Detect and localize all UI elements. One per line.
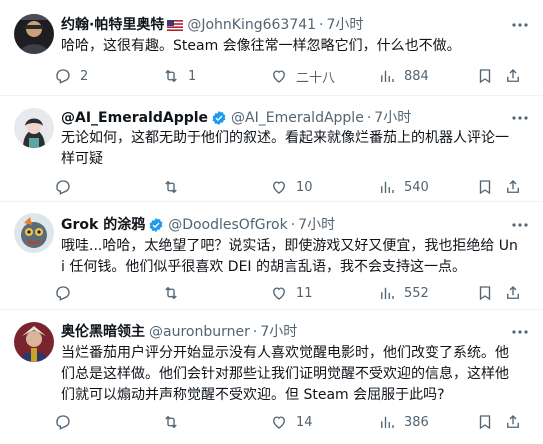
bookmark-button[interactable] [476, 177, 494, 197]
reply-button[interactable] [54, 177, 80, 197]
action-bar: 11 552 [54, 283, 529, 303]
reply-post[interactable]: @AI_EmeraldApple @AI_EmeraldApple · 7小时 … [0, 97, 543, 202]
views-button[interactable]: 540 [378, 177, 429, 197]
share-button[interactable] [504, 66, 522, 86]
user-handle[interactable]: @AI_EmeraldApple [231, 108, 364, 128]
like-icon [273, 70, 285, 83]
retweet-button[interactable]: 1 [162, 66, 196, 86]
verified-badge-icon [149, 218, 163, 232]
post-text: 无论如何，这都无助于他们的叙述。看起来就像烂番茄上的机器人评论一样可疑 [61, 130, 509, 167]
reply-icon [56, 286, 70, 301]
share-button[interactable] [504, 283, 522, 303]
bookmark-icon [479, 180, 491, 195]
timestamp[interactable]: 7小时 [298, 215, 335, 235]
separator-dot: · [366, 110, 372, 126]
views-icon [381, 287, 394, 299]
post-text: 哦哇...哈哈，太绝望了吧？说实话，即使游戏又好又便宜，我也拒绝给 Uni 任何… [61, 238, 518, 275]
retweet-count: 1 [188, 68, 197, 84]
reply-icon [56, 69, 70, 84]
retweet-icon [165, 286, 177, 300]
views-button[interactable]: 386 [378, 412, 429, 432]
user-handle[interactable]: @JohnKing663741 [187, 15, 316, 35]
retweet-icon [165, 415, 177, 429]
post-text: 哈哈，这很有趣。Steam 会像往常一样忽略它们，什么也不做。 [61, 38, 461, 54]
like-button[interactable]: 10 [270, 177, 313, 197]
display-name[interactable]: 奥伦黑暗领主 [61, 322, 145, 342]
retweet-button[interactable] [162, 412, 188, 432]
view-count: 552 [404, 285, 429, 301]
avatar[interactable] [14, 14, 54, 54]
display-name[interactable]: @AI_EmeraldApple [61, 108, 208, 128]
like-count: 二十八 [296, 70, 336, 86]
view-count: 884 [404, 68, 429, 84]
timestamp[interactable]: 7小时 [327, 15, 364, 35]
views-button[interactable]: 884 [378, 66, 429, 86]
post-text: 当烂番茄用户评分开始显示没有人喜欢觉醒电影时，他们改变了系统。他们总是这样做。他… [61, 345, 509, 403]
reply-button[interactable] [54, 283, 80, 303]
view-count: 540 [404, 179, 429, 195]
bookmark-icon [479, 415, 491, 430]
reply-feed: 约翰·帕特里奥特 @JohnKing663741 · 7小时 哈哈，这很有趣。S… [0, 0, 543, 444]
action-bar: 14 386 [54, 412, 529, 432]
share-icon [507, 180, 519, 193]
avatar[interactable] [14, 322, 54, 362]
view-count: 386 [404, 414, 429, 430]
more-icon[interactable] [511, 215, 529, 235]
timestamp[interactable]: 7小时 [374, 108, 411, 128]
like-button[interactable]: 11 [270, 283, 313, 303]
like-icon [273, 181, 285, 194]
reply-post[interactable]: Grok 的涂鸦 @DoodlesOfGrok · 7小时 哦哇...哈哈，太绝… [0, 203, 543, 310]
reply-post[interactable]: 奥伦黑暗领主 @auronburner · 7小时 当烂番茄用户评分开始显示没有… [0, 311, 543, 444]
separator-dot: · [252, 324, 258, 340]
like-count: 10 [296, 179, 313, 195]
avatar[interactable] [14, 108, 54, 148]
more-icon[interactable] [511, 108, 529, 128]
bookmark-icon [479, 69, 491, 84]
timestamp[interactable]: 7小时 [260, 322, 297, 342]
separator-dot: · [319, 17, 324, 33]
retweet-button[interactable] [162, 177, 188, 197]
avatar[interactable] [14, 213, 54, 253]
reply-count: 2 [80, 68, 89, 84]
retweet-icon [165, 69, 177, 83]
reply-button[interactable]: 2 [54, 66, 88, 86]
views-button[interactable]: 552 [378, 283, 429, 303]
like-icon [273, 416, 285, 429]
display-name[interactable]: Grok 的涂鸦 [61, 215, 145, 235]
share-icon [507, 286, 519, 299]
reply-button[interactable] [54, 412, 80, 432]
reply-post[interactable]: 约翰·帕特里奥特 @JohnKing663741 · 7小时 哈哈，这很有趣。S… [0, 0, 543, 96]
share-button[interactable] [504, 412, 522, 432]
bookmark-icon [479, 286, 491, 301]
action-bar: 2 1 二十八 884 [54, 66, 529, 86]
more-icon[interactable] [511, 322, 529, 342]
verified-badge-icon [212, 111, 226, 125]
reply-icon [56, 180, 70, 195]
retweet-icon [165, 180, 177, 194]
like-count: 14 [296, 414, 313, 430]
more-icon[interactable] [511, 15, 529, 35]
display-name[interactable]: 约翰·帕特里奥特 [61, 15, 164, 35]
like-count: 11 [296, 285, 313, 301]
separator-dot: · [290, 217, 296, 233]
like-button[interactable]: 二十八 [270, 66, 335, 86]
share-icon [507, 69, 519, 82]
reply-icon [56, 415, 70, 430]
views-icon [381, 416, 394, 428]
views-icon [381, 70, 394, 82]
us-flag-icon [167, 19, 184, 31]
user-handle[interactable]: @DoodlesOfGrok [168, 215, 288, 235]
share-icon [507, 415, 519, 428]
like-button[interactable]: 14 [270, 412, 313, 432]
like-icon [273, 287, 285, 300]
share-button[interactable] [504, 177, 522, 197]
action-bar: 10 540 [54, 177, 529, 197]
views-icon [381, 181, 394, 193]
user-handle[interactable]: @auronburner [149, 322, 250, 342]
bookmark-button[interactable] [476, 283, 494, 303]
bookmark-button[interactable] [476, 66, 494, 86]
bookmark-button[interactable] [476, 412, 494, 432]
retweet-button[interactable] [162, 283, 188, 303]
